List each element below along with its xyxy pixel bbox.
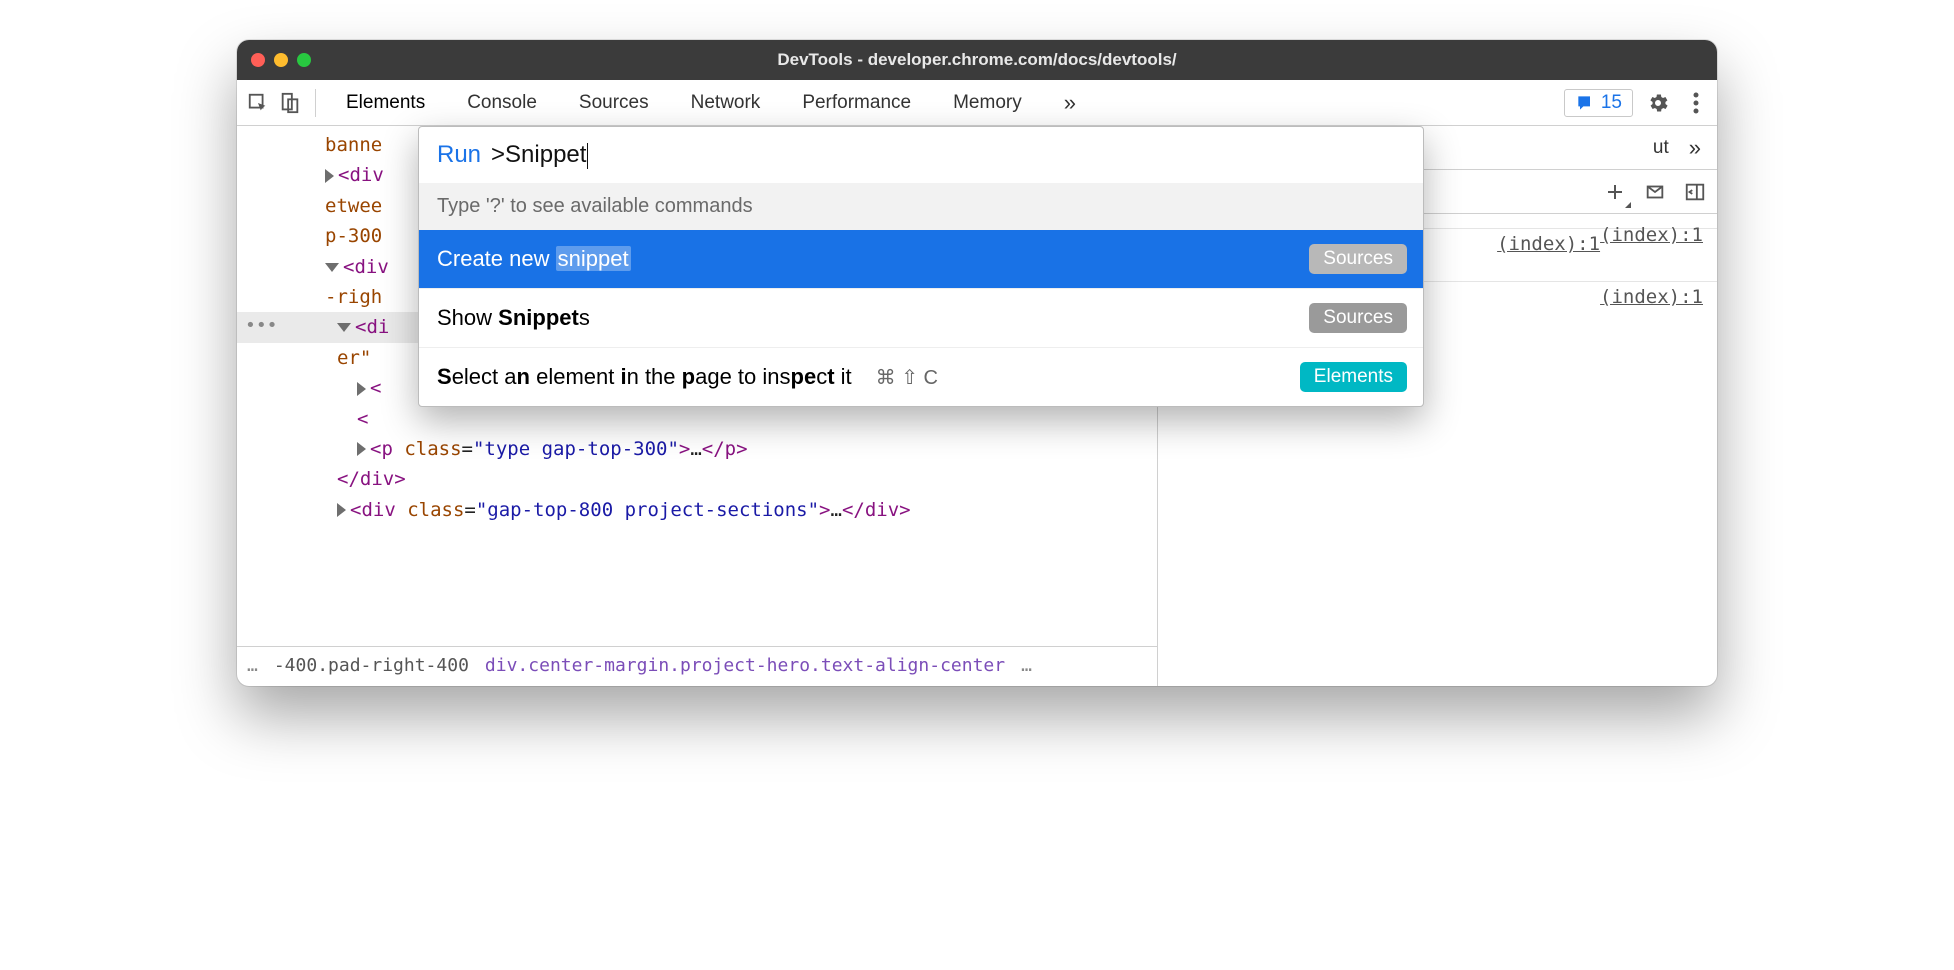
dom-line[interactable]: <p class="type gap-top-300">…</p> [237,434,1157,464]
separator [315,89,316,117]
breadcrumb-ellipsis-right[interactable]: … [1021,652,1032,681]
breadcrumb-ellipsis-left[interactable]: … [247,652,258,681]
command-label: Select an element in the page to inspect… [437,364,938,390]
dom-line[interactable]: < [237,404,1157,434]
maximize-window-button[interactable] [297,53,311,67]
styles-tabs-overflow[interactable]: » [1681,135,1709,161]
command-run-label: Run [437,141,481,169]
breadcrumb-item[interactable]: div.center-margin.project-hero.text-alig… [485,652,1005,681]
inspect-element-icon[interactable] [245,90,271,116]
tab-sources[interactable]: Sources [561,92,667,114]
rule-source-link[interactable]: (index):1 [1600,224,1703,246]
command-input[interactable]: Run >Snippet [419,127,1423,183]
breadcrumb-item[interactable]: -400.pad-right-400 [274,652,469,681]
close-window-button[interactable] [251,53,265,67]
rule-source-link[interactable]: (index):1 [1497,233,1600,255]
issues-badge[interactable]: 15 [1564,89,1633,117]
window-title: DevTools - developer.chrome.com/docs/dev… [237,50,1717,70]
minimize-window-button[interactable] [274,53,288,67]
tab-console[interactable]: Console [449,92,555,114]
more-icon[interactable] [1683,90,1709,116]
tab-network[interactable]: Network [673,92,779,114]
computed-styles-icon[interactable] [1641,178,1669,206]
styles-tab-partial[interactable]: ut [1645,137,1677,159]
command-hint: Type '?' to see available commands [419,183,1423,230]
issues-count: 15 [1601,92,1622,114]
command-label: Show Snippets [437,305,590,331]
titlebar: DevTools - developer.chrome.com/docs/dev… [237,40,1717,80]
tab-elements[interactable]: Elements [328,92,443,114]
command-text: Snippet [505,141,586,168]
command-item[interactable]: Select an element in the page to inspect… [419,348,1423,406]
tab-memory[interactable]: Memory [935,92,1040,114]
breadcrumb: … -400.pad-right-400 div.center-margin.p… [237,646,1157,686]
command-category-badge: Sources [1309,244,1407,274]
shortcut: ⌘ ⇧ C [876,365,938,390]
command-menu: Run >Snippet Type '?' to see available c… [418,126,1424,407]
toggle-sidebar-icon[interactable] [1681,178,1709,206]
main-toolbar: Elements Console Sources Network Perform… [237,80,1717,126]
settings-icon[interactable] [1645,90,1671,116]
tabs-overflow[interactable]: » [1046,90,1094,116]
command-prefix: > [491,141,505,168]
rule-source-link[interactable]: (index):1 [1600,286,1703,308]
new-style-rule-icon[interactable] [1601,178,1629,206]
text-cursor [587,143,588,169]
command-item[interactable]: Show Snippets Sources [419,289,1423,348]
command-category-badge: Sources [1309,303,1407,333]
command-item[interactable]: Create new snippet Sources [419,230,1423,289]
device-toggle-icon[interactable] [277,90,303,116]
dom-line[interactable]: </div> [237,464,1157,494]
command-label: Create new snippet [437,246,631,272]
dom-line[interactable]: <div class="gap-top-800 project-sections… [237,495,1157,525]
command-category-badge: Elements [1300,362,1407,392]
tab-performance[interactable]: Performance [784,92,929,114]
